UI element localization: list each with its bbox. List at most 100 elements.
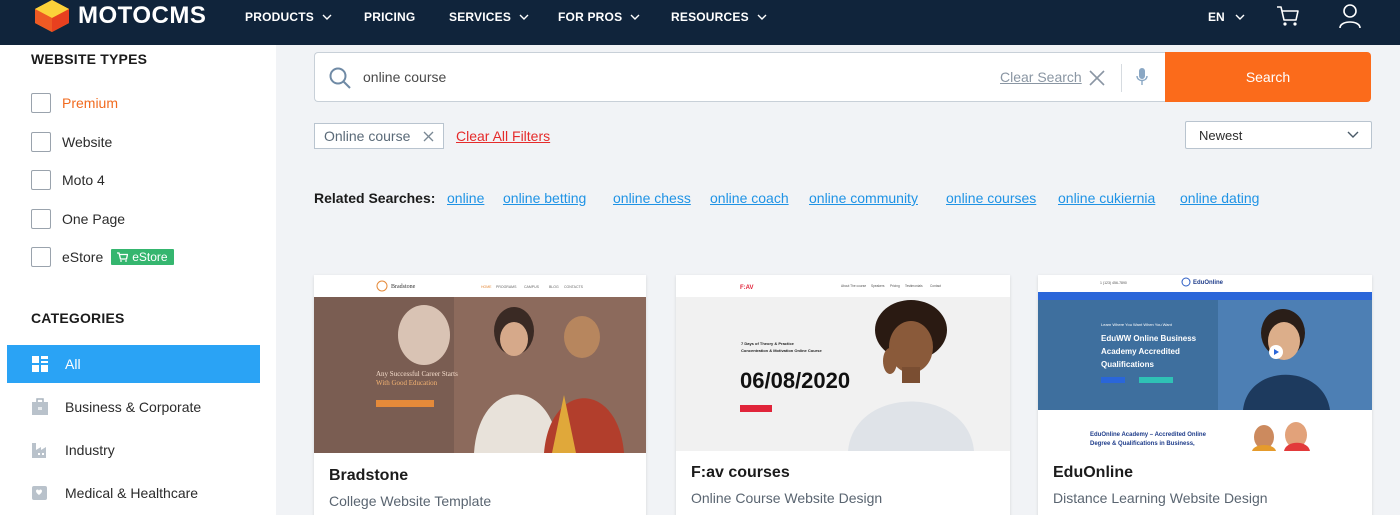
preview-headline: EduWW Online Business — [1101, 334, 1197, 343]
categories-title: CATEGORIES — [31, 310, 125, 326]
nav-pricing-label: PRICING — [364, 10, 416, 24]
card-subtitle: Distance Learning Website Design — [1053, 490, 1268, 506]
estore-checkbox[interactable] — [31, 247, 51, 267]
chevron-down-icon — [1235, 14, 1245, 20]
search-button[interactable]: Search — [1165, 52, 1371, 102]
type-estore-label: eStore — [62, 249, 104, 265]
category-business-label: Business & Corporate — [65, 399, 202, 415]
sort-select[interactable]: Newest — [1185, 121, 1372, 149]
nav-services[interactable]: SERVICES — [449, 10, 529, 24]
svg-text:1 (123) 456-7890: 1 (123) 456-7890 — [1100, 281, 1127, 285]
active-filter-chip[interactable]: Online course — [314, 123, 444, 149]
preview-logo-text: F:AV — [740, 285, 754, 291]
website-types-title: WEBSITE TYPES — [31, 51, 148, 67]
clear-all-filters-link[interactable]: Clear All Filters — [456, 128, 550, 144]
clear-search-link[interactable]: Clear Search — [1000, 69, 1082, 85]
nav-pricing[interactable]: PRICING — [364, 10, 415, 24]
template-preview[interactable]: Bradstone HOME PROGRAMS CAMPUS BLOG CONT… — [314, 275, 646, 453]
type-estore[interactable]: eStore eStore — [31, 247, 174, 267]
related-link[interactable]: online cukiernia — [1058, 190, 1155, 206]
type-moto4-label: Moto 4 — [62, 172, 105, 188]
search-field[interactable]: online course Clear Search — [314, 52, 1166, 102]
nav-products-label: PRODUCTS — [245, 10, 314, 24]
type-one-page-label: One Page — [62, 211, 126, 227]
close-icon[interactable] — [423, 131, 434, 142]
estore-badge-label: eStore — [132, 250, 168, 264]
nav-for-pros[interactable]: FOR PROS — [558, 10, 640, 24]
category-medical-label: Medical & Healthcare — [65, 485, 199, 501]
sort-select-value: Newest — [1199, 127, 1243, 143]
related-link[interactable]: online courses — [946, 190, 1036, 206]
preview-menu-item: About The course — [841, 284, 866, 288]
preview-kicker: Learn Where You Want When You Want — [1101, 322, 1173, 327]
preview-menu-item: HOME — [481, 285, 492, 289]
briefcase-icon — [32, 398, 48, 415]
related-link[interactable]: online dating — [1180, 190, 1259, 206]
card-title[interactable]: Bradstone — [329, 467, 408, 485]
category-all[interactable]: All — [7, 345, 260, 383]
type-moto4[interactable]: Moto 4 — [31, 170, 105, 190]
search-input[interactable]: online course — [363, 69, 446, 85]
microphone-icon[interactable] — [1136, 68, 1148, 86]
search-icon — [329, 67, 351, 89]
type-website-label: Website — [62, 134, 113, 150]
template-card[interactable]: 1 (123) 456-7890 EduOnline Learn Where Y… — [1038, 275, 1372, 515]
preview-headline: Qualifications — [1101, 360, 1154, 369]
close-icon[interactable] — [1089, 70, 1105, 86]
related-link[interactable]: online coach — [710, 190, 789, 206]
factory-icon — [32, 443, 46, 458]
language-selector[interactable]: EN — [1208, 10, 1245, 24]
search-divider — [1121, 64, 1122, 92]
premium-checkbox[interactable] — [31, 93, 51, 113]
card-title[interactable]: EduOnline — [1053, 464, 1133, 482]
preview-logo-text: Bradstone — [391, 284, 416, 290]
cart-icon — [117, 252, 129, 262]
type-one-page[interactable]: One Page — [31, 209, 125, 229]
nav-resources[interactable]: RESOURCES — [671, 10, 767, 24]
template-card[interactable]: F:AV About The course Speakers Pricing T… — [676, 275, 1010, 515]
preview-headline: Academy Accredited — [1101, 347, 1180, 356]
logo[interactable]: MOTOCMS — [32, 0, 206, 36]
nav-products[interactable]: PRODUCTS — [245, 10, 332, 24]
category-industry[interactable]: Industry — [7, 431, 260, 469]
related-searches-label: Related Searches: — [314, 190, 436, 206]
template-preview[interactable]: F:AV About The course Speakers Pricing T… — [676, 275, 1010, 451]
template-preview-image: Bradstone HOME PROGRAMS CAMPUS BLOG CONT… — [314, 275, 646, 453]
preview-headline: Concentration & Motivation Online Course — [741, 348, 822, 353]
user-icon[interactable] — [1338, 3, 1362, 29]
template-preview-image: F:AV About The course Speakers Pricing T… — [676, 275, 1010, 451]
nav-resources-label: RESOURCES — [671, 10, 749, 24]
preview-lower-text: Degree & Qualifications in Business, — [1090, 441, 1195, 447]
language-label: EN — [1208, 10, 1225, 24]
category-business[interactable]: Business & Corporate — [7, 388, 260, 426]
nav-for-pros-label: FOR PROS — [558, 10, 623, 24]
preview-date: 06/08/2020 — [740, 368, 850, 393]
category-medical[interactable]: Medical & Healthcare — [7, 474, 260, 512]
related-link[interactable]: online betting — [503, 190, 586, 206]
grid-icon — [32, 356, 48, 372]
category-all-label: All — [65, 356, 81, 372]
type-website[interactable]: Website — [31, 132, 112, 152]
template-preview[interactable]: 1 (123) 456-7890 EduOnline Learn Where Y… — [1038, 275, 1372, 451]
cart-icon[interactable] — [1276, 5, 1300, 27]
template-card[interactable]: Bradstone HOME PROGRAMS CAMPUS BLOG CONT… — [314, 275, 646, 515]
preview-menu-item: Testimonials — [905, 284, 923, 288]
website-checkbox[interactable] — [31, 132, 51, 152]
chevron-down-icon — [322, 14, 332, 20]
related-link[interactable]: online chess — [613, 190, 691, 206]
preview-menu-item: CAMPUS — [524, 285, 540, 289]
card-title[interactable]: F:av courses — [691, 464, 790, 482]
chevron-down-icon — [757, 14, 767, 20]
preview-headline: Any Successful Career Starts — [376, 370, 458, 378]
chevron-down-icon — [630, 14, 640, 20]
related-link[interactable]: online community — [809, 190, 918, 206]
moto4-checkbox[interactable] — [31, 170, 51, 190]
preview-headline: 7 Days of Theory & Practice — [741, 341, 795, 346]
preview-lower-text: EduOnline Academy – Accredited Online — [1090, 432, 1207, 438]
related-link[interactable]: online — [447, 190, 484, 206]
category-industry-label: Industry — [65, 442, 115, 458]
filter-chip-label: Online course — [324, 128, 411, 144]
nav-services-label: SERVICES — [449, 10, 512, 24]
type-premium[interactable]: Premium — [31, 93, 118, 113]
one-page-checkbox[interactable] — [31, 209, 51, 229]
